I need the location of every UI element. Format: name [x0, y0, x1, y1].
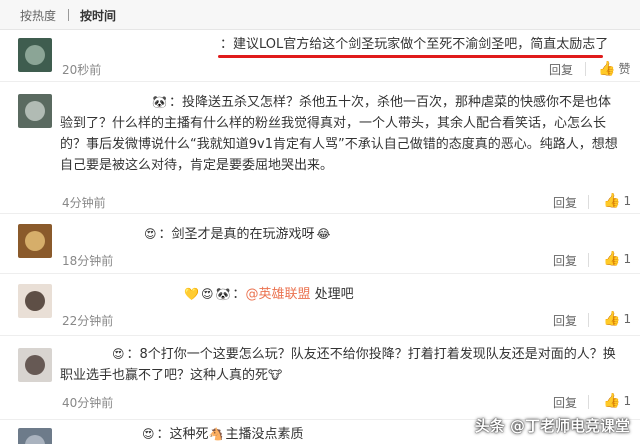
action-separator	[588, 313, 589, 327]
avatar[interactable]	[18, 38, 52, 72]
comment-prefix: ：	[220, 37, 234, 52]
comment-item: 😍 ：8个打你一个这要怎么玩？队友还不给你投降？打着打着发现队友还是对面的人？换职…	[0, 336, 640, 420]
username[interactable]	[60, 426, 142, 440]
comment-text: 😍 ：剑圣才是真的在玩游戏呀 😂	[60, 224, 620, 245]
panda-emoji-icon: 🐼	[152, 95, 167, 109]
thumbs-up-icon: 👍	[598, 61, 616, 77]
source-watermark: 头条 @丁老师电竞课堂	[474, 417, 630, 435]
comment-item: 🐼 ：投降送五杀又怎样？杀他五十次，杀他一百次，那种虐菜的快感你不是也体验到了？什…	[0, 82, 640, 214]
comment-body-continued: 主播没点素质	[225, 427, 304, 442]
like-count: 1	[623, 312, 632, 326]
like-button[interactable]: 👍 1	[603, 193, 631, 209]
mention-link[interactable]: @英雄联盟	[245, 287, 310, 302]
like-count: 1	[623, 252, 632, 266]
animal-emoji-icon: 🐴	[208, 427, 224, 441]
action-separator	[588, 395, 589, 409]
sort-divider	[68, 9, 69, 21]
reply-button[interactable]: 回复	[553, 312, 577, 329]
like-count: 1	[623, 394, 632, 408]
sort-by-time-tab[interactable]: 按时间	[80, 7, 116, 24]
comment-item: 💛 😍 🐼 ：@英雄联盟 处理吧 22分钟前 回复 👍 1	[0, 274, 640, 336]
action-separator	[585, 62, 586, 76]
comment-time: 22分钟前	[62, 314, 114, 328]
reply-button[interactable]: 回复	[553, 394, 577, 411]
comment-text: 😍 ：8个打你一个这要怎么玩？队友还不给你投降？打着打着发现队友还是对面的人？换职…	[60, 344, 620, 386]
comment-body: 剑圣才是真的在玩游戏呀	[171, 227, 315, 242]
comment-body: 建议LOL官方给这个剑圣玩家做个至死不渝剑圣吧，简直太励志了	[233, 37, 609, 52]
like-label: 赞	[618, 62, 631, 76]
avatar[interactable]	[18, 224, 52, 258]
comment-prefix: ：	[126, 347, 140, 362]
username[interactable]	[60, 94, 152, 108]
emoji-icon: 😍	[144, 227, 157, 241]
sort-by-hot-tab[interactable]: 按热度	[20, 7, 56, 24]
username[interactable]	[60, 346, 112, 360]
like-button[interactable]: 👍 赞	[598, 60, 630, 77]
reply-button[interactable]: 回复	[549, 61, 573, 78]
like-count: 1	[623, 194, 632, 208]
animal-emoji-icon: 🐮	[268, 368, 283, 382]
emoji-icon: 😍	[142, 427, 155, 441]
comment-time: 18分钟前	[62, 254, 114, 268]
comment-body: 处理吧	[310, 287, 354, 302]
comment-time: 4分钟前	[62, 196, 106, 210]
comment-prefix: ：	[156, 427, 170, 442]
comment-prefix: ：	[232, 287, 246, 302]
comment-prefix: ：	[158, 227, 172, 242]
comment-body: 这种死	[169, 427, 209, 442]
action-separator	[588, 195, 589, 209]
comment-item: 😍 ：剑圣才是真的在玩游戏呀 😂 18分钟前 回复 👍 1	[0, 214, 640, 274]
comment-text: 🐼 ：投降送五杀又怎样？杀他五十次，杀他一百次，那种虐菜的快感你不是也体验到了？什…	[60, 92, 620, 176]
comment-text: ：建议LOL官方给这个剑圣玩家做个至死不渝剑圣吧，简直太励志了	[220, 34, 620, 55]
highlight-underline	[218, 55, 603, 58]
comment-text: 💛 😍 🐼 ：@英雄联盟 处理吧	[60, 284, 620, 305]
comment-body: 8个打你一个这要怎么玩？队友还不给你投降？打着打着发现队友还是对面的人？换职业选…	[60, 347, 616, 383]
avatar[interactable]	[18, 94, 52, 128]
emoji-icon: 😍	[200, 287, 214, 301]
like-button[interactable]: 👍 1	[603, 393, 631, 409]
comment-prefix: ：	[168, 95, 182, 110]
emoji-icon: 😂	[316, 227, 331, 241]
reply-button[interactable]: 回复	[553, 194, 577, 211]
username[interactable]	[60, 286, 184, 300]
comment-time: 40分钟前	[62, 396, 114, 410]
comment-time: 20秒前	[62, 63, 102, 77]
avatar[interactable]	[18, 348, 52, 382]
like-button[interactable]: 👍 1	[603, 311, 631, 327]
avatar[interactable]	[18, 284, 52, 318]
thumbs-up-icon: 👍	[603, 393, 621, 409]
sort-bar: 按热度 按时间	[0, 0, 640, 30]
avatar[interactable]	[18, 428, 52, 444]
thumbs-up-icon: 👍	[603, 311, 621, 327]
emoji-icon: 😍	[112, 347, 125, 361]
username[interactable]	[60, 226, 144, 240]
thumbs-up-icon: 👍	[603, 251, 621, 267]
reply-button[interactable]: 回复	[553, 252, 577, 269]
like-button[interactable]: 👍 1	[603, 251, 631, 267]
panda-emoji-icon: 🐼	[215, 287, 231, 301]
thumbs-up-icon: 👍	[603, 193, 621, 209]
heart-emoji-icon: 💛	[184, 287, 199, 301]
action-separator	[588, 253, 589, 267]
